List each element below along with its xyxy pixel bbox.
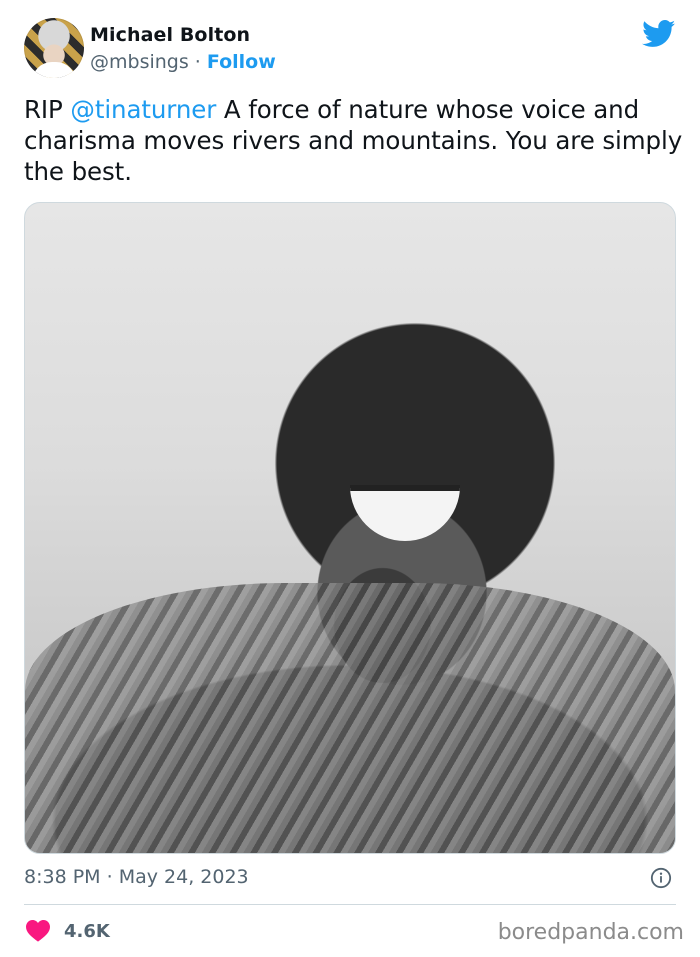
mention-link[interactable]: @tinaturner	[70, 95, 216, 124]
heart-icon	[26, 920, 50, 942]
timestamp-separator: ·	[106, 866, 113, 888]
author-handle-line: @mbsings · Follow	[90, 51, 276, 73]
tweet-header: Michael Bolton @mbsings · Follow	[24, 18, 676, 80]
author-avatar[interactable]	[24, 18, 84, 78]
tweet-photo[interactable]	[24, 202, 676, 854]
tweet-text: RIP @tinaturner A force of nature whose …	[24, 94, 684, 187]
info-icon[interactable]	[650, 867, 672, 889]
tweet-date: May 24, 2023	[118, 866, 249, 888]
handle-separator: ·	[194, 51, 201, 73]
like-count: 4.6K	[64, 920, 110, 942]
watermark: boredpanda.com	[497, 920, 684, 945]
tweet-text-prefix: RIP	[24, 95, 71, 124]
divider	[24, 904, 676, 905]
tweet-time: 8:38 PM	[24, 866, 101, 888]
follow-button[interactable]: Follow	[207, 51, 276, 73]
author-handle[interactable]: @mbsings	[90, 51, 189, 73]
twitter-bird-icon[interactable]	[642, 20, 676, 48]
author-name[interactable]: Michael Bolton	[90, 24, 250, 46]
tweet-timestamp[interactable]: 8:38 PM · May 24, 2023	[24, 866, 249, 888]
like-button[interactable]: 4.6K	[26, 918, 110, 944]
